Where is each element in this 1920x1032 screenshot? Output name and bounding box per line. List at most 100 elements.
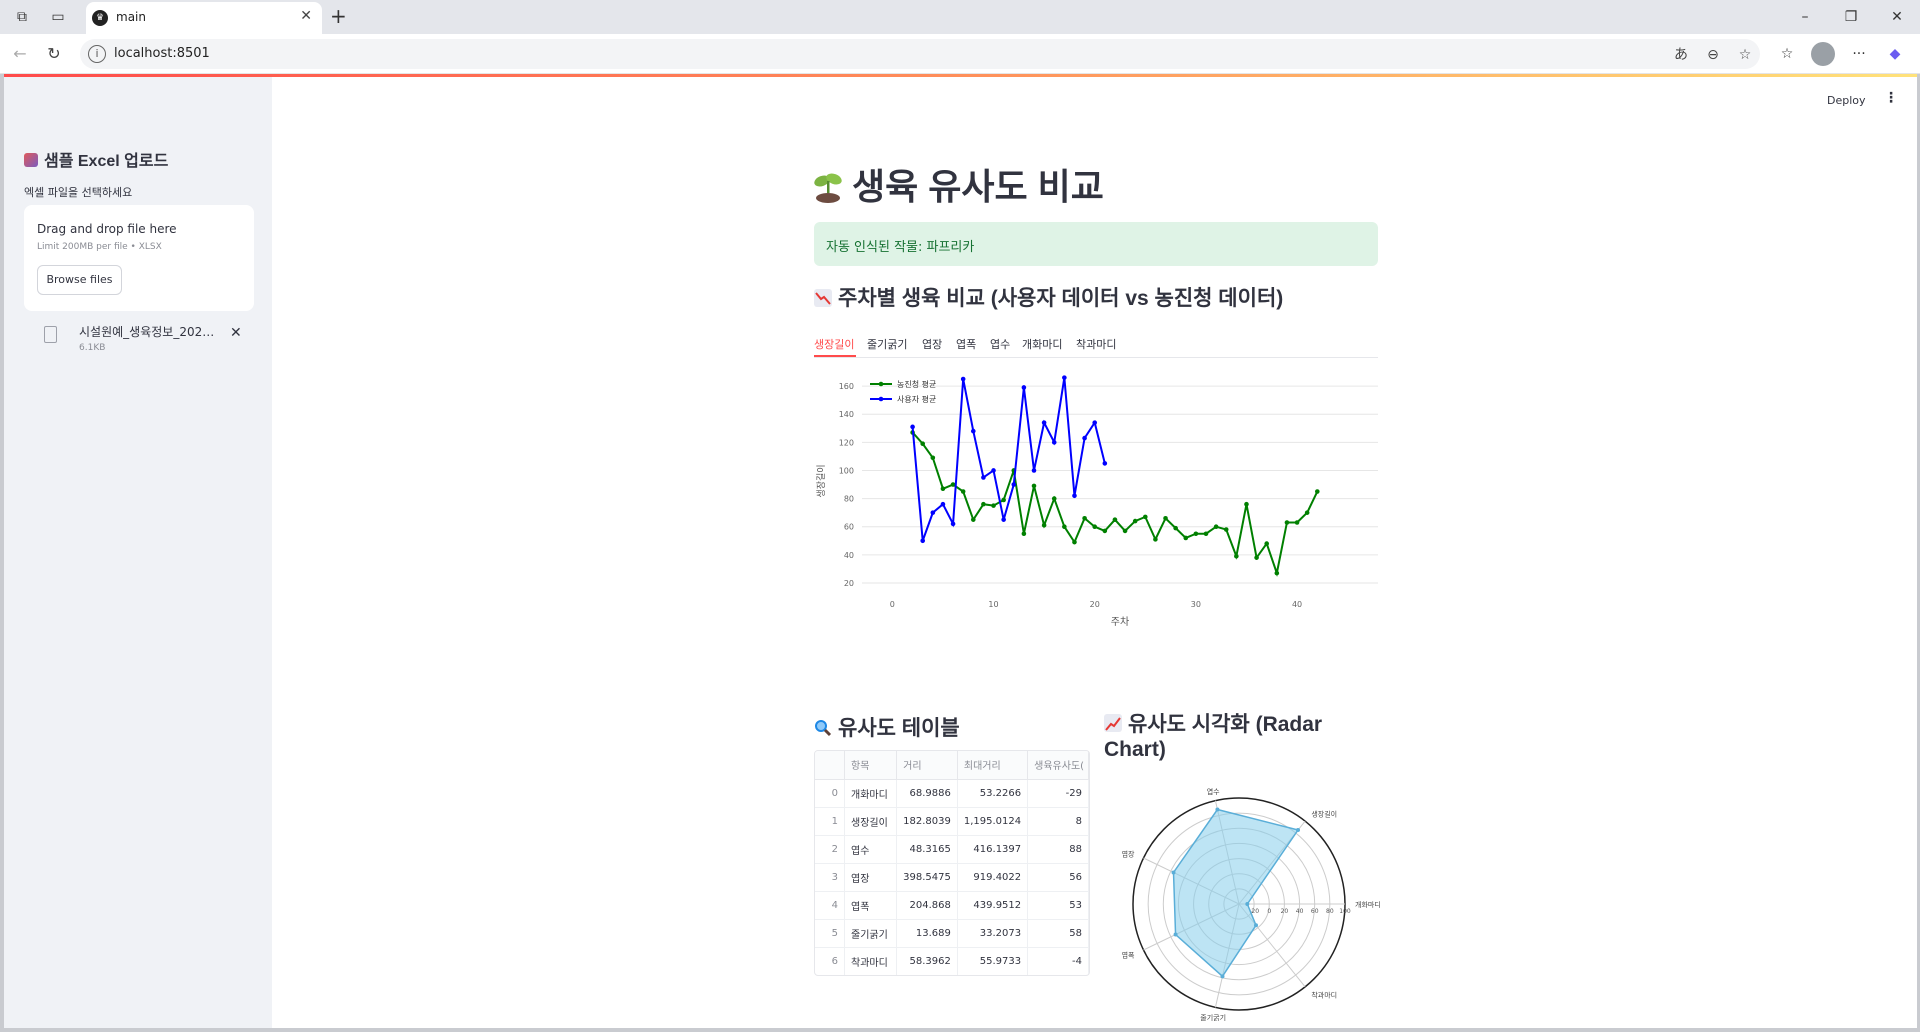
data-point [950, 482, 956, 487]
data-point [970, 428, 976, 434]
radar-axis-label: 엽수 [1207, 787, 1220, 796]
table-cell: 생장길이 [844, 807, 898, 836]
tab-stem-thickness[interactable]: 줄기굵기 [867, 336, 907, 352]
table-cell: 68.9886 [896, 779, 958, 808]
tab-leaf-count[interactable]: 엽수 [990, 336, 1010, 352]
data-point [1213, 524, 1219, 530]
browse-files-button[interactable]: Browse files [37, 265, 122, 295]
radar-axis-label: 착과마디 [1311, 991, 1337, 1000]
data-point [1183, 535, 1189, 541]
table-header-cell[interactable]: 거리 [896, 751, 958, 780]
radar-heading-line2: Chart) [1104, 738, 1166, 761]
tab-flowering-node[interactable]: 개화마디 [1022, 336, 1062, 352]
tab-fruiting-node[interactable]: 착과마디 [1076, 336, 1116, 352]
table-row[interactable]: 3 엽장 398.5475 919.4022 56 [815, 863, 1089, 892]
remove-file-icon[interactable]: ✕ [230, 325, 242, 341]
table-header-cell[interactable]: 생육유사도( [1027, 751, 1089, 780]
browser-tab[interactable]: ♛ main ✕ [86, 2, 322, 34]
table-row[interactable]: 4 엽폭 204.868 439.9512 53 [815, 891, 1089, 920]
table-cell: 53 [1027, 891, 1089, 920]
data-point [981, 501, 986, 507]
table-cell: 88 [1027, 835, 1089, 864]
minimize-icon[interactable]: – [1790, 6, 1820, 28]
x-tick-label: 30 [1191, 600, 1201, 609]
data-point [1051, 440, 1057, 445]
radar-axis-label: 줄기굵기 [1200, 1013, 1226, 1022]
data-point [1193, 531, 1199, 537]
close-window-icon[interactable]: ✕ [1882, 6, 1912, 28]
legend-label: 농진청 평균 [897, 379, 936, 389]
data-point [940, 486, 946, 492]
data-point [1234, 553, 1239, 559]
y-tick-label: 20 [844, 579, 854, 588]
uploaded-file-name: 시설원예_생육정보_2025... [79, 325, 219, 339]
refresh-icon[interactable]: ↻ [42, 42, 66, 66]
deploy-button[interactable]: Deploy [1827, 94, 1866, 107]
table-header-cell[interactable]: 항목 [844, 751, 898, 780]
streamlit-favicon-icon: ♛ [92, 10, 108, 26]
table-cell: 398.5475 [896, 863, 958, 892]
radar-tick-label: 40 [1296, 908, 1304, 915]
dropzone-title: Drag and drop file here [37, 222, 177, 236]
table-cell: 2 [815, 835, 846, 864]
tab-growth-length[interactable]: 생장길이 [814, 336, 854, 352]
similarity-table[interactable]: 항목 거리 최대거리 생육유사도( 0 개화마디 68.9886 53.2266 -29 1 생장… [814, 750, 1090, 976]
zoom-out-icon[interactable]: ⊖ [1702, 44, 1724, 66]
file-dropzone[interactable]: Drag and drop file here Limit 200MB per … [24, 205, 254, 311]
radar-tick-label: 60 [1311, 908, 1319, 915]
table-cell: 53.2266 [957, 779, 1029, 808]
radar-point [1245, 902, 1250, 906]
data-point [1041, 523, 1047, 528]
main-menu-icon[interactable]: ⋮ [1884, 90, 1898, 106]
data-point [940, 501, 946, 507]
tab-leaf-length[interactable]: 엽장 [922, 336, 942, 352]
data-point [1304, 510, 1310, 515]
radar-point [1171, 870, 1176, 875]
table-cell: 182.8039 [896, 807, 958, 836]
file-icon [44, 326, 57, 343]
x-axis-label: 주차 [1111, 616, 1129, 628]
x-tick-label: 20 [1090, 600, 1100, 609]
tab-close-icon[interactable]: ✕ [300, 8, 312, 24]
url-input[interactable]: i localhost:8501 あ ⊖ ☆ [80, 39, 1760, 69]
site-info-icon[interactable]: i [88, 45, 106, 63]
data-point [1082, 435, 1087, 441]
sidebar-title: 샘플 Excel 업로드 [24, 147, 168, 171]
data-point [1153, 537, 1158, 542]
favorites-icon[interactable]: ☆ [1774, 42, 1800, 66]
workspaces-icon[interactable]: ⧉ [10, 6, 34, 28]
table-row[interactable]: 5 줄기굵기 13.689 33.2073 58 [815, 919, 1089, 948]
tab-actions-icon[interactable]: ▭ [46, 6, 70, 28]
favorite-star-icon[interactable]: ☆ [1734, 44, 1756, 66]
table-cell: 엽장 [844, 863, 898, 892]
table-row[interactable]: 6 착과마디 58.3962 55.9733 -4 [815, 947, 1089, 975]
data-point [991, 468, 996, 473]
copilot-icon[interactable]: ◆ [1882, 42, 1908, 66]
tab-leaf-width[interactable]: 엽폭 [956, 336, 976, 352]
table-header-cell[interactable] [815, 751, 846, 780]
more-menu-icon[interactable]: ··· [1846, 42, 1872, 66]
table-row[interactable]: 1 생장길이 182.8039 1,195.0124 8 [815, 807, 1089, 836]
table-cell: 439.9512 [957, 891, 1029, 920]
data-point [1051, 496, 1057, 501]
back-icon[interactable]: ← [8, 42, 32, 66]
restore-icon[interactable]: ❐ [1836, 6, 1866, 28]
url-text: localhost:8501 [114, 46, 210, 61]
data-point [1021, 385, 1027, 390]
data-point [970, 517, 976, 522]
new-tab-icon[interactable]: + [330, 4, 347, 28]
table-header-cell[interactable]: 최대거리 [957, 751, 1029, 780]
uploader-label: 엑셀 파일을 선택하세요 [24, 186, 133, 199]
data-point [1092, 420, 1098, 425]
data-point [1021, 531, 1027, 537]
radar-axis-label: 엽장 [1122, 850, 1135, 859]
profile-avatar[interactable] [1811, 42, 1835, 66]
x-tick-label: 40 [1292, 600, 1302, 609]
data-point [981, 475, 986, 480]
radar-heading: 유사도 시각화 (Radar Chart) [1104, 712, 1322, 762]
table-row[interactable]: 2 엽수 48.3165 416.1397 88 [815, 835, 1089, 864]
translate-icon[interactable]: あ [1670, 44, 1692, 66]
table-row[interactable]: 0 개화마디 68.9886 53.2266 -29 [815, 779, 1089, 808]
data-point [1102, 461, 1108, 466]
table-cell: 13.689 [896, 919, 958, 948]
